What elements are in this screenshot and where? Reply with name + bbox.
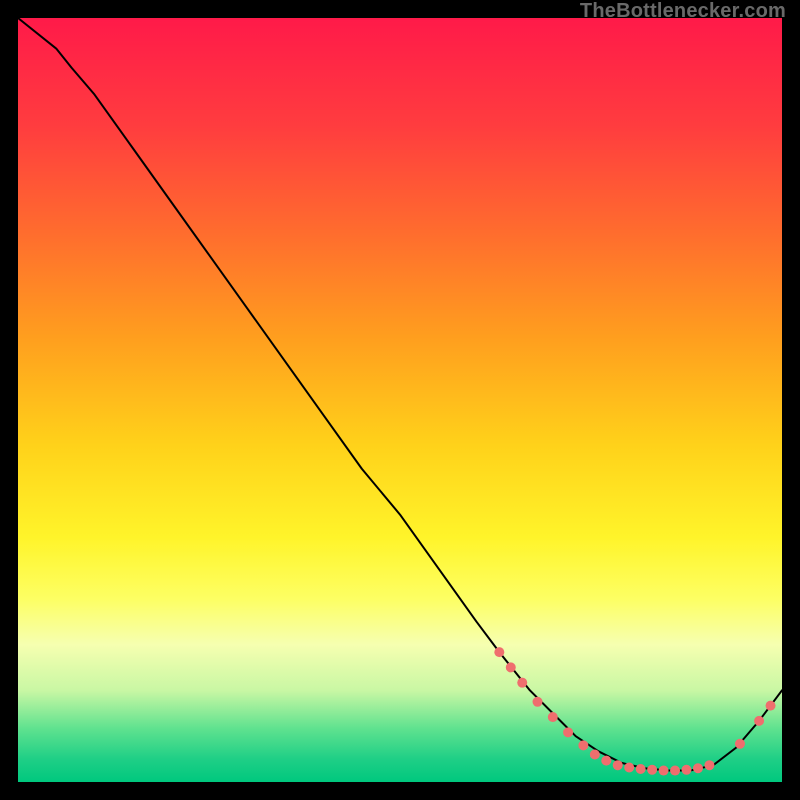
highlight-point	[754, 716, 764, 726]
highlight-point	[548, 712, 558, 722]
gradient-background	[18, 18, 782, 782]
watermark-text: TheBottlenecker.com	[580, 0, 786, 23]
highlight-point	[613, 760, 623, 770]
highlight-point	[590, 750, 600, 760]
highlight-point	[766, 701, 776, 711]
highlight-point	[659, 766, 669, 776]
highlight-point	[704, 760, 714, 770]
highlight-point	[533, 697, 543, 707]
highlight-point	[624, 762, 634, 772]
highlight-point	[494, 647, 504, 657]
plot-area	[18, 18, 782, 782]
highlight-point	[517, 678, 527, 688]
highlight-point	[601, 756, 611, 766]
highlight-point	[636, 764, 646, 774]
highlight-point	[693, 763, 703, 773]
highlight-point	[578, 740, 588, 750]
highlight-point	[682, 765, 692, 775]
chart-svg	[18, 18, 782, 782]
highlight-point	[563, 727, 573, 737]
highlight-point	[735, 739, 745, 749]
highlight-point	[506, 662, 516, 672]
highlight-point	[670, 766, 680, 776]
highlight-point	[647, 765, 657, 775]
chart-frame: TheBottlenecker.com	[0, 0, 800, 800]
